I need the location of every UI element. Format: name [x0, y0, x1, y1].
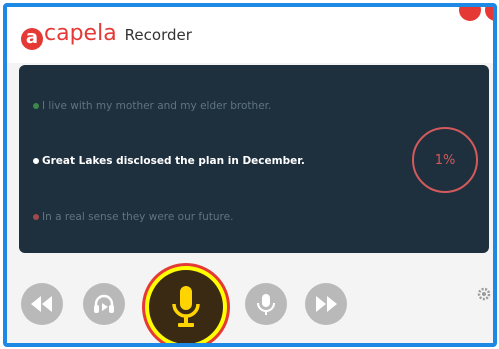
sentence-text: I live with my mother and my elder broth… [42, 100, 272, 112]
sentence-status-dot [33, 103, 39, 109]
record-button-inner [149, 270, 223, 343]
sentence-status-dot [33, 214, 39, 220]
forward-icon [316, 296, 337, 312]
app-frame: a capela Recorder I live with my mother … [3, 3, 497, 347]
controls-bar [7, 263, 493, 343]
listen-button[interactable] [83, 283, 125, 325]
sentence-previous: I live with my mother and my elder broth… [33, 100, 271, 112]
recorder-app: a capela Recorder I live with my mother … [7, 7, 493, 343]
play-recording-button[interactable] [245, 283, 287, 325]
forward-button[interactable] [305, 283, 347, 325]
close-button[interactable] [485, 7, 493, 21]
listen-icon [94, 294, 114, 313]
progress-ring: 1% [412, 127, 478, 193]
rewind-button[interactable] [21, 283, 63, 325]
logo-word: capela [44, 21, 117, 46]
minimize-button[interactable] [459, 7, 481, 21]
sentence-status-dot [33, 158, 39, 164]
title-bar: a capela Recorder [7, 7, 493, 63]
sentence-text: Great Lakes disclosed the plan in Decemb… [42, 155, 305, 167]
play-recording-icon [257, 294, 275, 315]
app-title: Recorder [124, 26, 192, 44]
sentence-panel: I live with my mother and my elder broth… [19, 65, 489, 253]
settings-icon[interactable] [477, 287, 491, 301]
sentence-next: In a real sense they were our future. [33, 211, 233, 223]
logo-mark: a [21, 28, 43, 50]
sentence-text: In a real sense they were our future. [42, 211, 234, 223]
record-button[interactable] [142, 263, 230, 343]
progress-label: 1% [434, 152, 456, 168]
microphone-icon [172, 286, 200, 327]
sentence-current: Great Lakes disclosed the plan in Decemb… [33, 155, 305, 167]
rewind-icon [31, 296, 52, 312]
brand: a capela Recorder [21, 21, 192, 50]
